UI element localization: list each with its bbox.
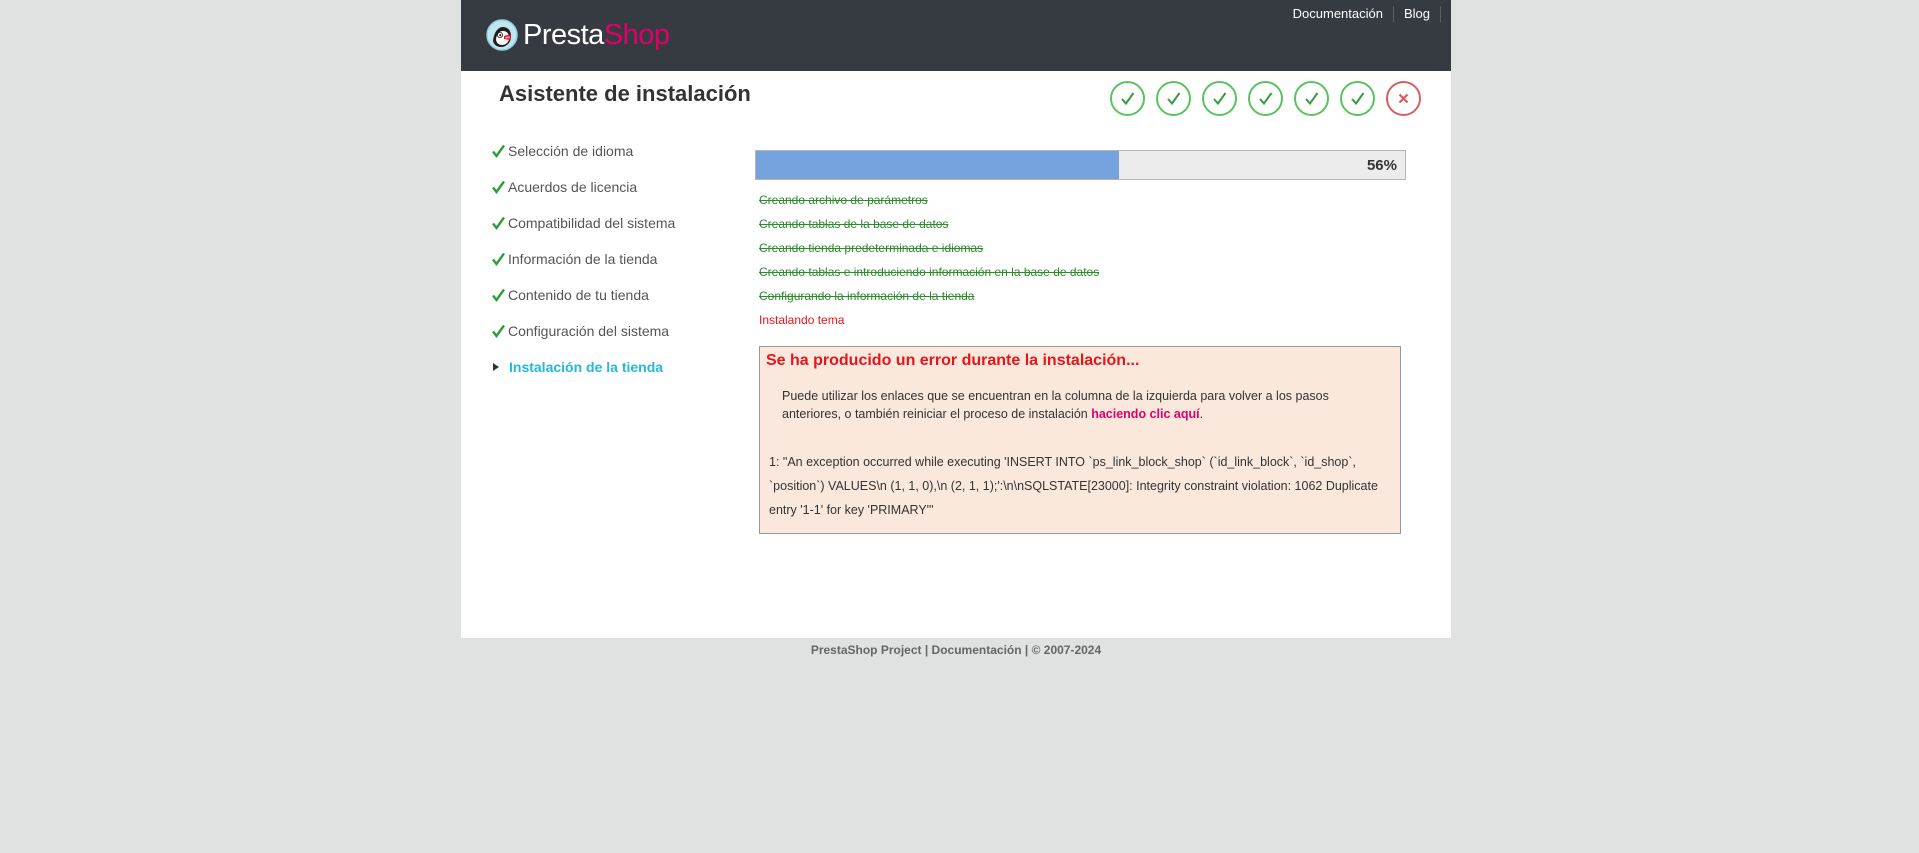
sidebar-item-label: Compatibilidad del sistema — [508, 215, 676, 231]
checkmark-icon — [492, 216, 505, 231]
logo-wordmark: PrestaShop — [523, 19, 670, 51]
error-message: Puede utilizar los enlaces que se encuen… — [782, 387, 1362, 423]
progress-fill — [756, 151, 1120, 179]
checkmark-icon — [492, 144, 505, 159]
checkmark-icon — [492, 288, 505, 303]
installation-panel: 56% Creando archivo de parámetros Creand… — [755, 150, 1415, 534]
progress-bar: 56% — [755, 150, 1406, 180]
checkmark-icon — [492, 180, 505, 195]
logo-text-presta: Presta — [523, 19, 604, 51]
progress-percent: 56% — [1366, 157, 1397, 174]
progress-step-current: Instalando tema — [759, 313, 845, 327]
check-circle-icon — [1294, 81, 1329, 116]
header: PrestaShop Documentación Blog — [461, 0, 1451, 71]
checkmark-icon — [492, 324, 505, 339]
progress-step: Creando archivo de parámetros — [759, 193, 928, 207]
page-title: Asistente de instalación — [499, 81, 751, 106]
installer-container: PrestaShop Documentación Blog Asistente … — [461, 0, 1451, 638]
sidebar-item-language[interactable]: Selección de idioma — [491, 143, 721, 179]
progress-step: Creando tienda predeterminada e idiomas — [759, 241, 984, 255]
sidebar-item-label: Instalación de la tienda — [509, 359, 664, 375]
progress-step: Creando tablas e introduciendo informaci… — [759, 265, 1100, 279]
documentation-link[interactable]: Documentación — [1293, 6, 1394, 22]
check-circle-icon — [1202, 81, 1237, 116]
header-links: Documentación Blog — [1293, 6, 1441, 22]
progress-step: Creando tablas de la base de datos — [759, 217, 949, 231]
content-area: Asistente de instalación Selección de id… — [461, 71, 1451, 638]
sidebar-item-label: Selección de idioma — [508, 143, 634, 159]
sidebar-item-license[interactable]: Acuerdos de licencia — [491, 179, 721, 215]
sidebar-item-system-config[interactable]: Configuración del sistema — [491, 323, 721, 359]
sidebar-item-store-info[interactable]: Información de la tienda — [491, 251, 721, 287]
caret-right-icon — [493, 363, 499, 371]
check-circle-icon — [1156, 81, 1191, 116]
footer: PrestaShop Project | Documentación | © 2… — [810, 643, 1102, 657]
sidebar-item-label: Configuración del sistema — [508, 323, 670, 339]
error-message-text: Puede utilizar los enlaces que se encuen… — [782, 389, 1329, 421]
restart-installation-link[interactable]: haciendo clic aquí — [1091, 407, 1199, 421]
progress-step: Configurando la información de la tienda — [759, 289, 975, 303]
error-title: Se ha producido un error durante la inst… — [766, 352, 1140, 369]
checkmark-icon — [492, 252, 505, 267]
prestashop-logo[interactable]: PrestaShop — [486, 19, 670, 51]
error-box: Se ha producido un error durante la inst… — [759, 346, 1401, 534]
progress-steps-list: Creando archivo de parámetros Creando ta… — [759, 192, 1415, 336]
error-message-end: . — [1199, 407, 1204, 421]
x-circle-icon — [1386, 81, 1421, 116]
check-circle-icon — [1248, 81, 1283, 116]
step-indicators — [1110, 81, 1421, 116]
sidebar-item-label: Acuerdos de licencia — [508, 179, 638, 195]
check-circle-icon — [1340, 81, 1375, 116]
installation-steps-nav: Selección de idioma Acuerdos de licencia… — [491, 143, 721, 395]
sidebar-item-store-content[interactable]: Contenido de tu tienda — [491, 287, 721, 323]
puffin-logo-icon — [486, 19, 518, 51]
sidebar-item-label: Contenido de tu tienda — [508, 287, 649, 303]
check-circle-icon — [1110, 81, 1145, 116]
logo-text-shop: Shop — [603, 19, 670, 51]
sidebar-item-compatibility[interactable]: Compatibilidad del sistema — [491, 215, 721, 251]
error-detail: 1: "An exception occurred while executin… — [769, 455, 1378, 517]
sidebar-item-store-installation[interactable]: Instalación de la tienda — [491, 359, 721, 395]
sidebar-item-label: Información de la tienda — [508, 251, 658, 267]
blog-link[interactable]: Blog — [1394, 6, 1441, 22]
